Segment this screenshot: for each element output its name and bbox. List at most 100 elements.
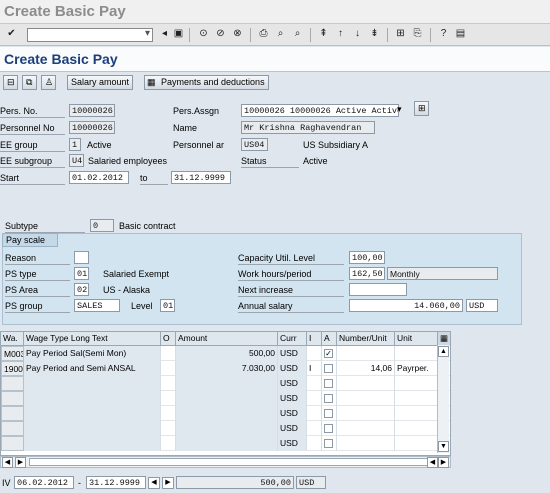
find-next-icon[interactable]: ⌕ [291,27,304,40]
overview-icon[interactable]: ⊟ [3,75,18,90]
scroll-left-end-icon[interactable]: ◀ [427,457,438,468]
enter-icon[interactable]: ✔ [5,27,18,40]
scroll-thumb[interactable] [29,458,433,466]
reason-field[interactable] [74,251,89,264]
last-page-icon[interactable]: ⇟ [368,27,381,40]
person-icon[interactable]: ♙ [41,75,56,90]
pers-assgn-dropdown[interactable]: 10000026 10000026 Active Active US [241,104,399,117]
a-cell[interactable] [322,406,337,421]
first-page-icon[interactable]: ⇞ [317,27,330,40]
amount-cell[interactable] [176,406,278,421]
col-wage-type[interactable]: Wa. [1,332,24,346]
scroll-left-icon[interactable]: ◀ [2,457,13,468]
number-cell[interactable] [337,376,395,391]
unit-cell[interactable] [395,391,438,406]
layout-menu-icon[interactable]: ▤ [454,27,467,40]
ps-group-field[interactable]: SALES [74,299,120,312]
ee-subgroup-field[interactable]: U4 [69,154,84,167]
exit-icon[interactable]: ⊘ [214,27,227,40]
number-cell[interactable] [337,391,395,406]
ee-group-field[interactable]: 1 [69,138,81,151]
i-cell[interactable] [307,346,322,361]
checkbox[interactable] [324,364,333,373]
annual-currency-field[interactable]: USD [466,299,498,312]
personnel-no-field[interactable]: 10000026 [69,121,115,134]
checkbox[interactable] [324,439,333,448]
currency-cell[interactable]: USD [278,346,307,361]
scroll-right-icon[interactable]: ▶ [15,457,26,468]
table-vertical-scrollbar[interactable]: ▲ ▼ [437,345,449,453]
table-horizontal-scrollbar[interactable]: ◀ ▶ ◀ ▶ [0,456,451,468]
number-cell[interactable] [337,421,395,436]
checkbox[interactable] [324,394,333,403]
find-icon[interactable]: ⌕ [274,27,287,40]
table-row[interactable]: USD [1,391,450,406]
wage-type-cell[interactable] [1,391,24,406]
footer-to-field[interactable]: 31.12.9999 [86,476,146,489]
o-cell[interactable] [161,436,176,451]
wage-type-cell[interactable] [1,421,24,436]
wage-type-cell[interactable] [1,376,24,391]
assignment-tree-icon[interactable]: ⊞ [414,101,429,116]
i-cell[interactable] [307,436,322,451]
start-date-field[interactable]: 01.02.2012 [69,171,129,184]
capacity-field[interactable]: 100,00 [349,251,385,264]
amount-cell[interactable]: 7.030,00 [176,361,278,376]
command-dropdown-icon[interactable]: ▾ [141,27,154,40]
a-cell[interactable] [322,436,337,451]
wage-text-cell[interactable] [24,436,161,451]
copy-icon[interactable]: ⧉ [22,75,37,90]
cancel-icon[interactable]: ⊗ [231,27,244,40]
wage-type-cell[interactable] [1,406,24,421]
personnel-area-field[interactable]: US04 [241,138,268,151]
footer-from-field[interactable]: 06.02.2012 [14,476,74,489]
next-page-icon[interactable]: ↓ [351,27,364,40]
number-cell[interactable] [337,406,395,421]
wage-type-cell[interactable]: M003 [1,346,24,361]
a-cell[interactable] [322,376,337,391]
a-cell[interactable] [322,361,337,376]
back-arrow-icon[interactable]: ◂ [158,27,171,40]
previous-page-icon[interactable]: ↑ [334,27,347,40]
checkbox[interactable] [324,379,333,388]
a-cell[interactable] [322,421,337,436]
table-row[interactable]: M003 Pay Period Sal(Semi Mon) 500,00 USD ✓ [1,346,450,361]
level-field[interactable]: 01 [160,299,175,312]
number-cell[interactable]: 14,06 [337,361,395,376]
footer-next-icon[interactable]: ▶ [162,477,174,489]
table-row[interactable]: USD [1,376,450,391]
wage-text-cell[interactable] [24,406,161,421]
print-icon[interactable]: ⎙ [257,27,270,40]
scroll-right-end-icon[interactable]: ▶ [438,457,449,468]
o-cell[interactable] [161,376,176,391]
amount-cell[interactable] [176,391,278,406]
unit-cell[interactable] [395,376,438,391]
wage-text-cell[interactable]: Pay Period Sal(Semi Mon) [24,346,161,361]
col-amount[interactable]: Amount [176,332,278,346]
dropdown-arrow-icon[interactable]: ▾ [397,104,402,115]
amount-cell[interactable] [176,376,278,391]
o-cell[interactable] [161,346,176,361]
end-date-field[interactable]: 31.12.9999 [171,171,231,184]
o-cell[interactable] [161,406,176,421]
footer-previous-icon[interactable]: ◀ [148,477,160,489]
number-cell[interactable] [337,436,395,451]
back-icon[interactable]: ⊙ [197,27,210,40]
wage-text-cell[interactable] [24,376,161,391]
salary-amount-button[interactable]: Salary amount [67,75,134,90]
col-number-unit[interactable]: Number/Unit [337,332,395,346]
currency-cell[interactable]: USD [278,421,307,436]
wage-text-cell[interactable]: Pay Period and Semi ANSAL [24,361,161,376]
a-cell[interactable]: ✓ [322,346,337,361]
o-cell[interactable] [161,421,176,436]
currency-cell[interactable]: USD [278,361,307,376]
i-cell[interactable] [307,421,322,436]
wage-type-cell[interactable] [1,436,24,451]
wage-type-cell[interactable]: 1900 [1,361,24,376]
amount-cell[interactable]: 500,00 [176,346,278,361]
scroll-down-icon[interactable]: ▼ [438,441,449,452]
wage-text-cell[interactable] [24,421,161,436]
o-cell[interactable] [161,361,176,376]
checkbox[interactable] [324,409,333,418]
table-row[interactable]: USD [1,406,450,421]
